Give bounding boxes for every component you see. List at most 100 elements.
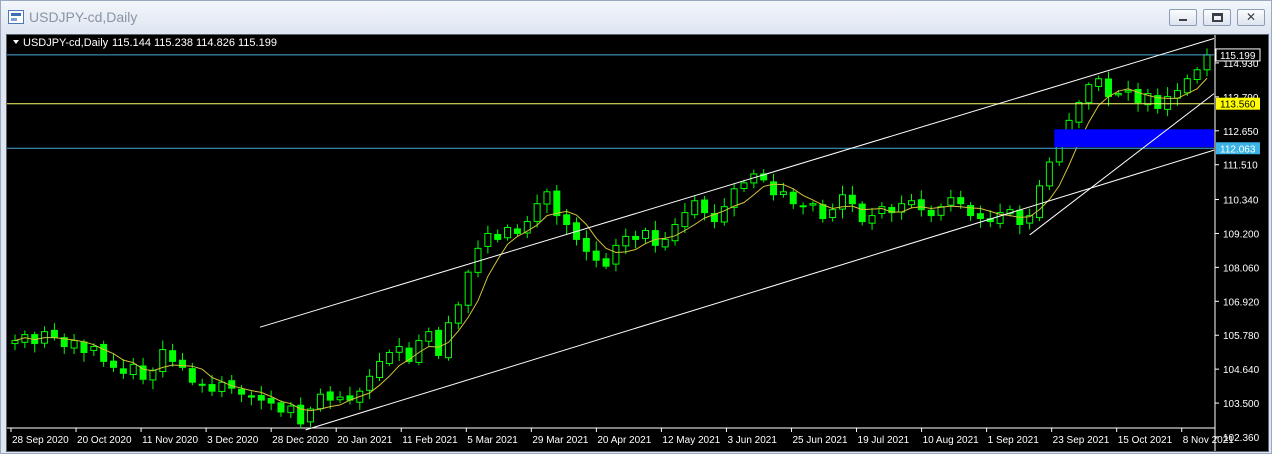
x-tick-label: 25 Jun 2021 xyxy=(792,435,847,446)
maximize-button[interactable] xyxy=(1203,9,1231,26)
candle-body xyxy=(1104,78,1112,98)
candle-body xyxy=(326,391,334,401)
candle-body xyxy=(90,346,98,351)
ohlc-values: 115.144 115.238 114.826 115.199 xyxy=(112,37,277,49)
candle-body xyxy=(533,203,541,222)
candle-body xyxy=(316,393,324,410)
candle-body xyxy=(178,359,186,368)
candle-body xyxy=(110,360,118,368)
moving-average-line xyxy=(14,77,1208,412)
x-tick-label: 11 Feb 2021 xyxy=(402,435,458,446)
candle-body xyxy=(188,368,196,383)
candle-body xyxy=(779,191,787,196)
candle-body xyxy=(169,350,177,362)
yellow-line-price-label: 113.560 xyxy=(1220,100,1256,111)
supply-zone-rect xyxy=(1054,129,1214,148)
candle-body xyxy=(789,191,797,205)
chart-window-icon xyxy=(8,10,24,24)
x-tick-label: 5 Mar 2021 xyxy=(467,435,518,446)
candle-body xyxy=(484,232,492,247)
maximize-icon xyxy=(1212,13,1223,22)
candle-body xyxy=(848,194,856,205)
candle-body xyxy=(247,395,255,398)
x-tick-label: 28 Dec 2020 xyxy=(272,435,329,446)
candle-body xyxy=(730,188,738,208)
candle-body xyxy=(1124,90,1132,93)
candle-body xyxy=(1045,161,1053,187)
candle-body xyxy=(198,383,206,386)
chart-window: USDJPY-cd,Daily ✕ 114.930113.790112.6501… xyxy=(0,0,1272,454)
dropdown-triangle-icon xyxy=(13,40,19,44)
title-bar[interactable]: USDJPY-cd,Daily ✕ xyxy=(1,1,1271,33)
candle-body xyxy=(366,375,374,391)
y-tick-label: 105.780 xyxy=(1223,331,1260,342)
candle-body xyxy=(641,229,649,239)
candle-body xyxy=(720,206,728,223)
trend-line xyxy=(1029,93,1215,236)
candle-body xyxy=(257,395,265,401)
candle-body xyxy=(375,360,383,378)
candle-body xyxy=(907,200,915,206)
candle-body xyxy=(592,250,600,261)
window-title: USDJPY-cd,Daily xyxy=(29,9,138,25)
candle-body xyxy=(651,230,659,246)
candle-body xyxy=(454,304,462,324)
candle-body xyxy=(100,344,108,362)
candle-body xyxy=(1036,185,1044,219)
candle-body xyxy=(208,384,216,392)
x-tick-label: 20 Oct 2020 xyxy=(77,435,132,446)
candle-body xyxy=(277,402,285,413)
candle-body xyxy=(336,396,344,401)
candle-body xyxy=(1193,69,1201,80)
x-tick-label: 28 Sep 2020 xyxy=(12,435,69,446)
candle-body xyxy=(287,405,295,414)
candle-body xyxy=(799,205,807,208)
chart-area[interactable]: 114.930113.790112.650111.510110.340109.2… xyxy=(6,34,1269,452)
candle-body xyxy=(494,233,502,240)
candle-body xyxy=(701,199,709,214)
minimize-button[interactable] xyxy=(1169,9,1197,26)
current-price-label: 115.199 xyxy=(1220,51,1256,62)
y-tick-label: 111.510 xyxy=(1223,161,1258,172)
candle-body xyxy=(218,381,226,392)
x-tick-label: 20 Jan 2021 xyxy=(337,435,392,446)
x-tick-label: 12 May 2021 xyxy=(662,435,720,446)
x-tick-label: 11 Nov 2020 xyxy=(142,435,198,446)
candle-body xyxy=(464,271,472,306)
candle-body xyxy=(740,182,748,190)
channel-lower-line xyxy=(305,149,1215,431)
close-icon: ✕ xyxy=(1246,10,1257,24)
candle-body xyxy=(504,227,512,239)
minimize-icon xyxy=(1179,19,1187,21)
candle-body xyxy=(967,205,975,217)
candle-body xyxy=(829,209,837,219)
price-chart[interactable]: 114.930113.790112.650111.510110.340109.2… xyxy=(7,35,1268,451)
candle-body xyxy=(385,351,393,364)
candle-body xyxy=(917,199,925,211)
y-tick-label: 103.500 xyxy=(1223,399,1260,410)
candle-body xyxy=(681,212,689,228)
candle-body xyxy=(238,388,246,395)
x-tick-label: 20 Apr 2021 xyxy=(597,435,651,446)
x-tick-label: 23 Sep 2021 xyxy=(1053,435,1110,446)
x-tick-label: 1 Sep 2021 xyxy=(988,435,1040,446)
candle-body xyxy=(661,238,669,248)
y-tick-label: 110.340 xyxy=(1223,196,1259,207)
close-button[interactable]: ✕ xyxy=(1237,9,1265,26)
candle-body xyxy=(1203,54,1211,71)
candle-body xyxy=(1085,84,1093,104)
candle-body xyxy=(435,329,443,356)
candle-body xyxy=(149,369,157,381)
candle-body xyxy=(50,329,58,339)
candle-body xyxy=(553,190,561,217)
chart-symbol-label: USDJPY-cd,Daily xyxy=(23,37,109,49)
candle-body xyxy=(129,363,137,376)
candle-body xyxy=(612,244,620,265)
x-tick-label: 15 Oct 2021 xyxy=(1118,435,1173,446)
candle-body xyxy=(70,340,78,349)
candle-body xyxy=(1114,93,1122,96)
candle-body xyxy=(976,213,984,220)
candle-body xyxy=(395,346,403,353)
x-tick-label: 8 Nov 2021 xyxy=(1183,435,1235,446)
candle-body xyxy=(632,235,640,240)
